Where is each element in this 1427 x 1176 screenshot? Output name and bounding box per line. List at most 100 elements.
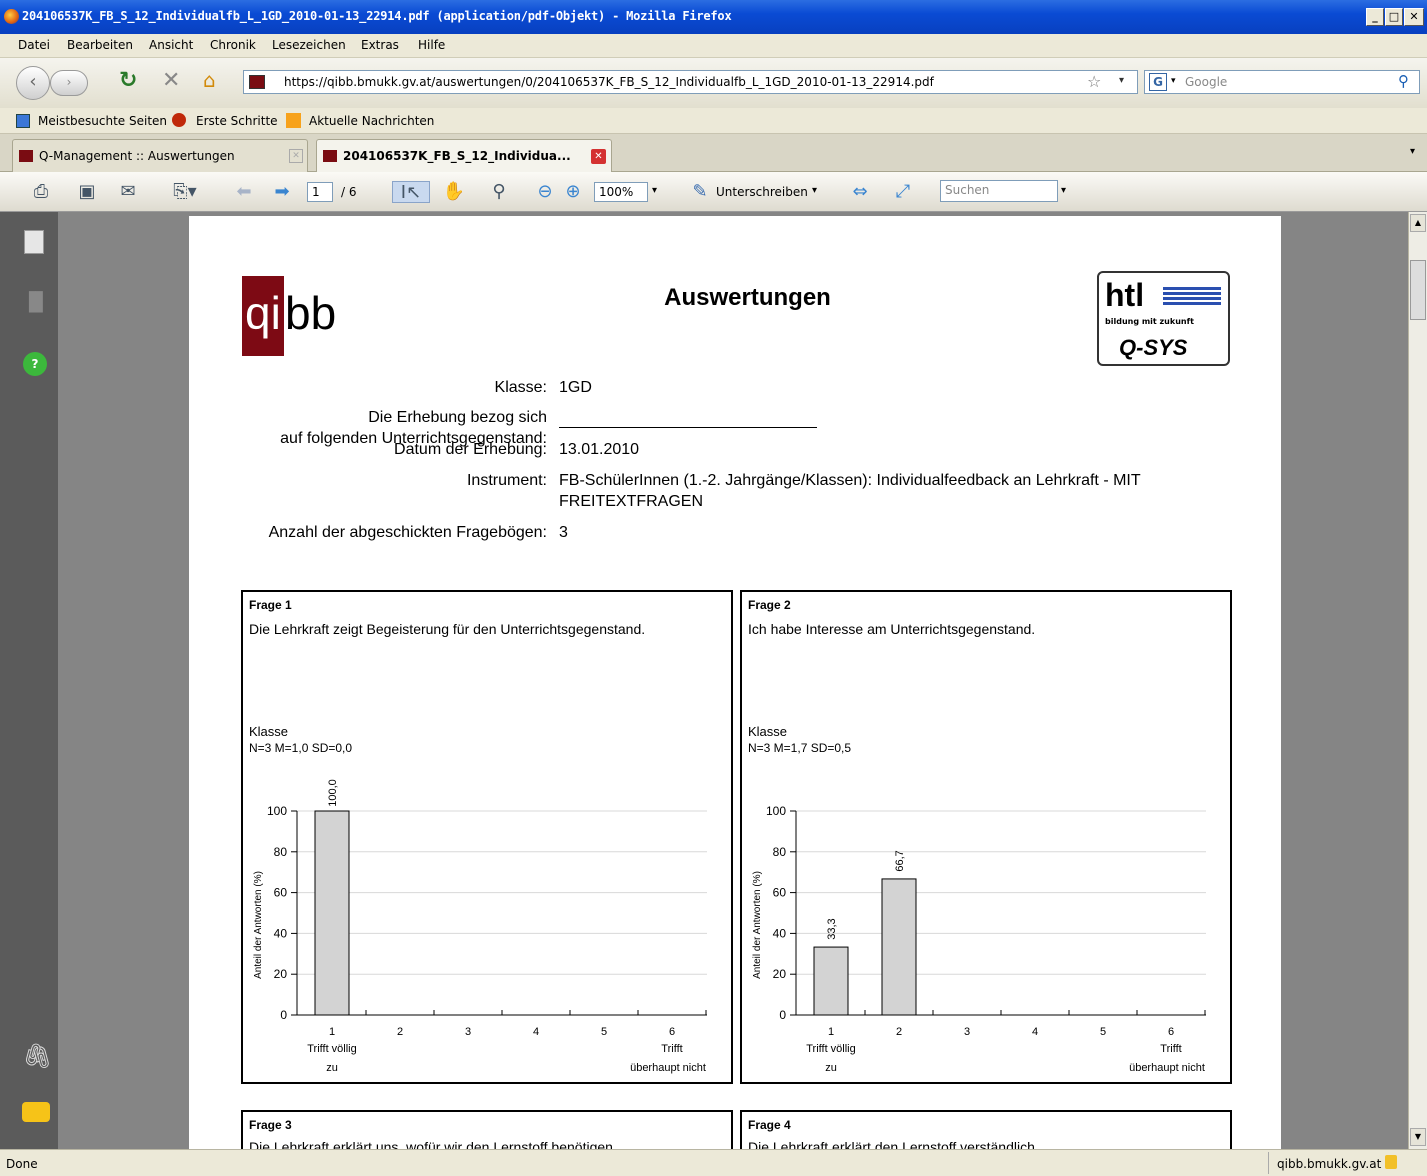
data-label: 33,3 [826,918,838,939]
search-icon[interactable]: ⚲ [1398,72,1409,90]
y-tick-label: 20 [773,967,787,981]
close-button[interactable]: ✕ [1404,8,1424,26]
window-title: 204106537K_FB_S_12_Individualfb_L_1GD_20… [22,9,732,23]
menu-ansicht[interactable]: Ansicht [149,38,193,52]
menu-lesezeichen[interactable]: Lesezeichen [272,38,346,52]
rss-icon [286,113,301,128]
menu-bearbeiten[interactable]: Bearbeiten [67,38,133,52]
y-tick-label: 60 [773,886,787,900]
bar [314,810,350,1016]
fit-width-icon[interactable]: ⇔ [848,181,872,203]
x-tick-label: 5 [601,1026,607,1038]
question-number: Frage 4 [748,1118,791,1132]
bookmark-star-icon[interactable]: ☆ [1087,72,1101,91]
select-tool-icon[interactable]: I↖ [392,181,430,203]
menu-extras[interactable]: Extras [361,38,399,52]
zoom-out-icon[interactable]: ⊖ [535,181,555,203]
lock-icon[interactable] [1385,1155,1397,1169]
bar-chart-1: 0 20 40 60 80 100 Anteil der Antworten (%) 1 100… [253,779,707,1074]
question-number: Frage 1 [249,598,292,612]
menu-hilfe[interactable]: Hilfe [418,38,445,52]
print-icon[interactable]: ⎙ [28,181,54,203]
attachments-icon[interactable]: 🖇 [22,1042,52,1070]
label-anzahl: Anzahl der abgeschickten Fragebögen: [268,524,547,541]
find-dropdown-icon[interactable]: ▾ [1061,185,1066,196]
bookmark-meistbesucht[interactable]: Meistbesuchte Seiten [38,114,167,128]
statistics: N=3 M=1,0 SD=0,0 [249,741,353,755]
minimize-button[interactable]: _ [1366,8,1384,26]
zoom-in-icon[interactable]: ⊕ [563,181,583,203]
firefox-bookmark-icon [172,113,186,127]
hand-tool-icon[interactable]: ✋ [440,181,468,203]
tab-list-icon[interactable]: ▾ [1410,146,1415,157]
maximize-button[interactable]: □ [1385,8,1403,26]
x-tick-label: 3 [964,1026,970,1038]
url-dropdown-icon[interactable]: ▾ [1119,75,1124,86]
previous-page-icon[interactable]: ⬅ [232,181,256,203]
back-button[interactable]: ‹ [16,66,50,100]
zoom-dropdown-icon[interactable]: ▾ [652,185,657,196]
value-instrument-cont: FREITEXTFRAGEN [559,493,704,510]
email-icon[interactable]: ✉ [112,181,144,203]
share-icon[interactable]: ⎘▾ [168,181,202,203]
google-engine-icon[interactable]: G [1149,73,1167,91]
y-axis-label: Anteil der Antworten (%) [752,871,763,979]
scroll-thumb[interactable] [1410,260,1426,320]
help-icon[interactable]: ? [23,352,47,376]
search-bar[interactable]: G ▾ Google ⚲ [1144,70,1420,94]
y-tick-label: 40 [773,926,787,940]
reload-icon[interactable]: ↻ [119,68,137,93]
statistics: N=3 M=1,7 SD=0,5 [748,741,852,755]
question-box-4: Frage 4 Die Lehrkraft erklärt den Lernst… [740,1110,1232,1149]
y-tick-label: 40 [274,926,288,940]
tab-pdf[interactable]: 204106537K_FB_S_12_Individua... ✕ [316,139,612,172]
zoom-tool-icon[interactable]: ⚲ [484,181,514,203]
menu-datei[interactable]: Datei [18,38,50,52]
status-domain: qibb.bmukk.gv.at [1277,1157,1382,1171]
menu-chronik[interactable]: Chronik [210,38,256,52]
pages-icon[interactable] [24,230,44,254]
comments-icon[interactable] [22,1102,50,1122]
y-tick-label: 0 [779,1008,786,1022]
bookmark-nachrichten[interactable]: Aktuelle Nachrichten [309,114,434,128]
tab-auswertungen[interactable]: Q-Management :: Auswertungen ✕ [12,139,308,172]
pdf-viewer[interactable]: qi bb Auswertungen htl bildung mit zukun… [58,212,1408,1149]
tab-close-icon[interactable]: ✕ [591,149,606,164]
question-number: Frage 3 [249,1118,292,1132]
group-label: Klasse [748,724,788,739]
page-number-input[interactable]: 1 [307,182,333,202]
y-tick-label: 80 [274,845,288,859]
x-right-label: Trifft [1160,1043,1181,1055]
y-tick-label: 80 [773,845,787,859]
data-label: 66,7 [894,850,906,871]
bookmark-erste-schritte[interactable]: Erste Schritte [196,114,278,128]
pdf-navigation-panel: ▐▌ ? 🖇 [0,212,58,1149]
find-input[interactable]: Suchen [940,180,1058,202]
x-tick-label: 4 [533,1026,539,1038]
x-tick-label: 5 [1100,1026,1106,1038]
url-text: https://qibb.bmukk.gv.at/auswertungen/0/… [284,75,934,89]
scroll-up-icon[interactable]: ▲ [1410,214,1426,232]
group-label: Klasse [249,724,289,739]
sign-pen-icon[interactable]: ✎ [686,181,714,203]
next-page-icon[interactable]: ➡ [270,181,294,203]
tab-close-icon[interactable]: ✕ [289,149,303,163]
firefox-icon [4,9,19,24]
home-icon[interactable]: ⌂ [203,68,216,92]
zoom-select[interactable]: 100% [594,182,648,202]
tab-favicon [19,150,33,162]
url-bar[interactable]: https://qibb.bmukk.gv.at/auswertungen/0/… [243,70,1138,94]
y-tick-label: 0 [280,1008,287,1022]
fit-page-icon[interactable]: ⤢ [890,181,916,203]
tab-bar: Q-Management :: Auswertungen ✕ 204106537… [0,134,1427,172]
sign-button[interactable]: Unterschreiben [716,185,808,199]
stop-icon[interactable]: ✕ [162,68,180,93]
scroll-down-icon[interactable]: ▼ [1410,1128,1426,1146]
forward-button[interactable]: › [50,70,88,96]
save-icon[interactable]: ▣ [74,181,100,203]
bookmarks-panel-icon[interactable]: ▐▌ [22,292,50,313]
vertical-scrollbar[interactable]: ▲ ▼ [1408,212,1427,1149]
sign-dropdown-icon[interactable]: ▾ [812,185,817,196]
value-datum: 13.01.2010 [559,441,640,458]
engine-dropdown-icon[interactable]: ▾ [1171,76,1176,86]
